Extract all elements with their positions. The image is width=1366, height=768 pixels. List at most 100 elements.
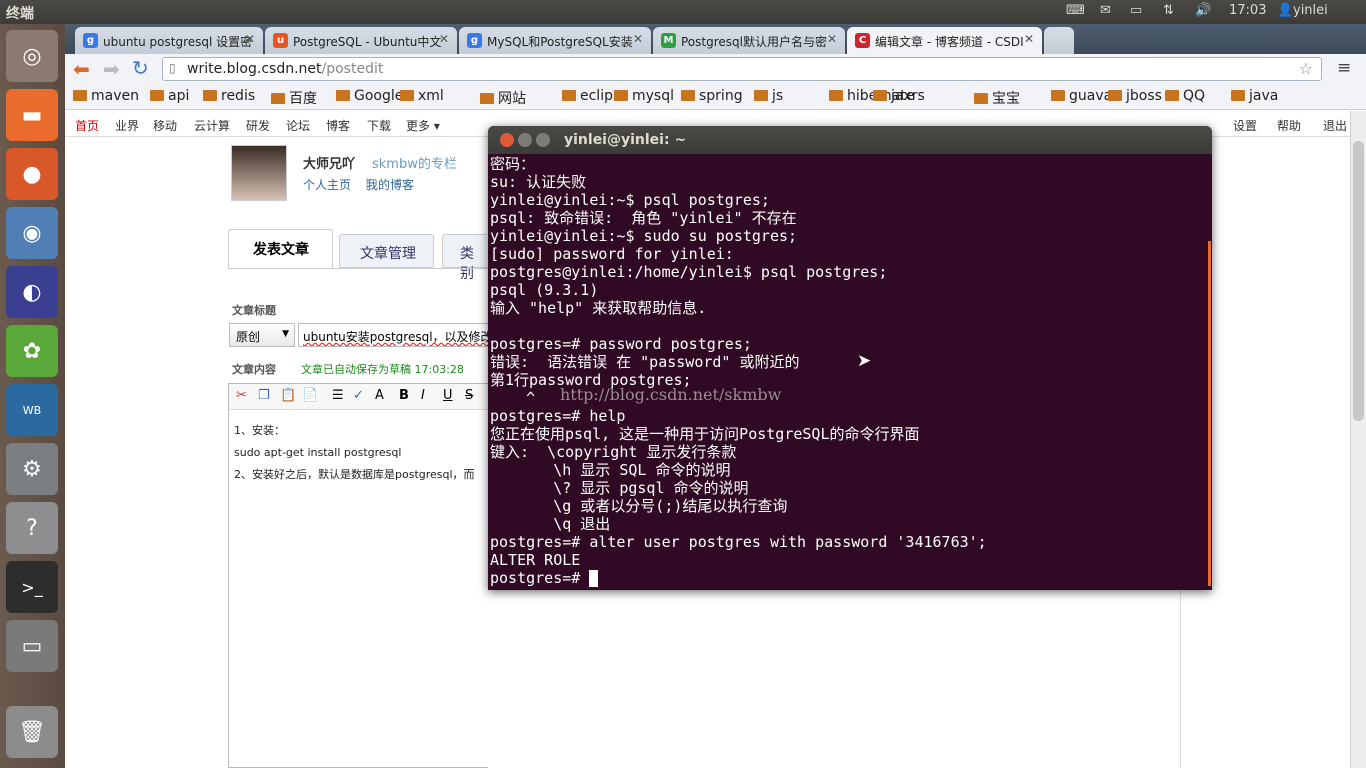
format-icon[interactable]: ☰ — [332, 388, 344, 403]
help-icon[interactable]: ? — [6, 502, 58, 554]
bookmark-item[interactable]: js — [754, 88, 783, 104]
bookmark-item[interactable]: Google — [336, 88, 403, 104]
bookmark-item[interactable]: 网站 — [480, 88, 526, 108]
close-icon[interactable]: ✕ — [827, 32, 837, 46]
home-link[interactable]: 个人主页 — [303, 176, 351, 193]
bookmark-item[interactable]: xml — [400, 88, 444, 104]
nav-item[interactable]: 研发 — [246, 117, 270, 134]
close-icon[interactable]: ✕ — [245, 32, 255, 46]
folder-icon — [480, 93, 494, 104]
spellcheck-icon[interactable]: ✓ — [353, 388, 364, 403]
workspace-icon[interactable]: ▭ — [6, 620, 58, 672]
bookmark-item[interactable]: guava — [1051, 88, 1112, 104]
type-select[interactable]: 原创 ▼ — [229, 323, 295, 347]
column-link[interactable]: skmbw的专栏 — [372, 153, 457, 172]
editor-content[interactable]: 1、安装： sudo apt-get install postgresql 2、… — [234, 420, 475, 486]
reload-icon[interactable]: ↻ — [132, 56, 149, 80]
menu-icon[interactable]: ≡ — [1337, 58, 1351, 78]
scrollbar-thumb[interactable] — [1353, 141, 1364, 421]
italic-icon[interactable]: I — [421, 388, 425, 403]
bookmark-item[interactable]: 宝宝 — [974, 88, 1020, 108]
minimize-icon[interactable] — [518, 133, 532, 147]
bookmark-item[interactable]: QQ — [1165, 88, 1205, 104]
terminal-icon[interactable]: >_ — [6, 561, 58, 613]
mail-icon[interactable]: ✉ — [1100, 3, 1111, 18]
browser-tab[interactable]: g MySQL和PostgreSQL安装 ✕ — [459, 27, 651, 54]
font-icon[interactable]: A — [375, 388, 384, 403]
close-icon[interactable] — [500, 133, 514, 147]
forward-icon[interactable]: ➡ — [103, 57, 120, 81]
copy-icon[interactable]: ❐ — [258, 388, 270, 403]
page-scrollbar[interactable] — [1350, 111, 1366, 768]
clock[interactable]: 17:03 — [1229, 3, 1266, 18]
nav-item[interactable]: 博客 — [326, 117, 350, 134]
star-icon[interactable]: ☆ — [1299, 59, 1313, 78]
new-tab-button[interactable] — [1044, 27, 1074, 54]
nav-more[interactable]: 更多 ▾ — [406, 117, 440, 134]
terminal-output[interactable]: 密码： su: 认证失败 yinlei@yinlei:~$ psql postgre… — [490, 155, 1208, 587]
chrome-icon[interactable]: ◉ — [6, 207, 58, 259]
browser-tab[interactable]: M Postgresql默认用户名与密 ✕ — [653, 27, 845, 54]
bookmark-item[interactable]: jboss — [1108, 88, 1162, 104]
dash-icon[interactable]: ◎ — [6, 30, 58, 82]
title-input[interactable]: ubuntu安装postgresql，以及修改默 — [298, 323, 488, 347]
close-icon[interactable]: ✕ — [1024, 32, 1034, 46]
avatar[interactable] — [231, 145, 287, 201]
keyboard-icon[interactable]: ⌨ — [1066, 3, 1085, 18]
author-name[interactable]: 大师兄吖 — [303, 153, 355, 172]
files-icon[interactable]: ▬ — [6, 89, 58, 141]
close-icon[interactable]: ✕ — [633, 32, 643, 46]
nav-settings[interactable]: 设置 — [1233, 117, 1257, 134]
workbench-icon[interactable]: WB — [6, 384, 58, 436]
my-blog-link[interactable]: 我的博客 — [366, 176, 414, 193]
trash-icon[interactable]: 🗑 — [6, 706, 58, 758]
nav-logout[interactable]: 退出 — [1323, 117, 1347, 134]
close-icon[interactable]: ✕ — [439, 32, 449, 46]
nav-item[interactable]: 下载 — [367, 117, 391, 134]
bookmark-item[interactable]: api — [150, 88, 189, 104]
user-icon[interactable]: 👤 — [1277, 3, 1293, 18]
user-name[interactable]: yinlei — [1293, 3, 1328, 18]
address-bar[interactable]: ▯ write.blog.csdn.net/postedit ☆ — [162, 57, 1322, 81]
nav-home[interactable]: 首页 — [75, 117, 99, 134]
battery-icon[interactable]: ▭ — [1130, 3, 1142, 18]
strike-icon[interactable]: S — [465, 388, 473, 403]
paste-icon[interactable]: 📋 — [280, 388, 296, 403]
volume-icon[interactable]: 🔊 — [1195, 3, 1211, 18]
terminal-window[interactable]: yinlei@yinlei: ~ 密码： su: 认证失败 yinlei@yinle… — [488, 126, 1212, 590]
tab-manage[interactable]: 文章管理 — [339, 234, 434, 268]
back-icon[interactable]: ⬅ — [73, 57, 90, 81]
terminal-titlebar[interactable]: yinlei@yinlei: ~ — [488, 126, 1212, 154]
tab-category[interactable]: 类别 — [442, 234, 487, 282]
browser-tab-active[interactable]: C 编辑文章 - 博客频道 - CSDI ✕ — [847, 27, 1042, 54]
nav-help[interactable]: 帮助 — [1277, 117, 1301, 134]
paste-text-icon[interactable]: 📄 — [302, 388, 318, 403]
bold-icon[interactable]: B — [399, 388, 409, 403]
underline-icon[interactable]: U — [443, 388, 453, 403]
terminal-scrollbar[interactable] — [1208, 241, 1211, 586]
bookmark-item[interactable]: 百度 — [271, 88, 317, 108]
maximize-icon[interactable] — [536, 133, 550, 147]
nav-item[interactable]: 业界 — [115, 117, 139, 134]
browser-tab[interactable]: u PostgreSQL - Ubuntu中文 ✕ — [265, 27, 457, 54]
bookmark-item[interactable]: mysql — [614, 88, 674, 104]
tab-post-article[interactable]: 发表文章 — [228, 229, 333, 268]
browser-tab[interactable]: g ubuntu postgresql 设置密 ✕ — [75, 27, 263, 54]
bookmark-item[interactable]: jaxrs — [873, 88, 925, 104]
settings-icon[interactable]: ⚙ — [6, 443, 58, 495]
bookmark-item[interactable]: spring — [681, 88, 743, 104]
nav-item[interactable]: 云计算 — [194, 117, 230, 134]
cut-icon[interactable]: ✂ — [236, 388, 247, 403]
bookmark-item[interactable]: maven — [73, 88, 139, 104]
bookmark-item[interactable]: java — [1231, 88, 1278, 104]
nav-item[interactable]: 论坛 — [286, 117, 310, 134]
firefox-icon[interactable]: ● — [6, 148, 58, 200]
terminal-line: \g 或者以分号(;)结尾以执行查询 — [490, 497, 788, 515]
content-editor[interactable]: ✂ ❐ 📋 📄 ☰ ✓ A B I U S 1、安装： sudo apt-get… — [228, 383, 489, 768]
bookmark-item[interactable]: redis — [203, 88, 255, 104]
nav-item[interactable]: 移动 — [153, 117, 177, 134]
app-icon[interactable]: ✿ — [6, 325, 58, 377]
tab-label: ubuntu postgresql 设置密 — [103, 35, 253, 49]
network-icon[interactable]: ⇅ — [1163, 3, 1174, 18]
eclipse-icon[interactable]: ◐ — [6, 266, 58, 318]
